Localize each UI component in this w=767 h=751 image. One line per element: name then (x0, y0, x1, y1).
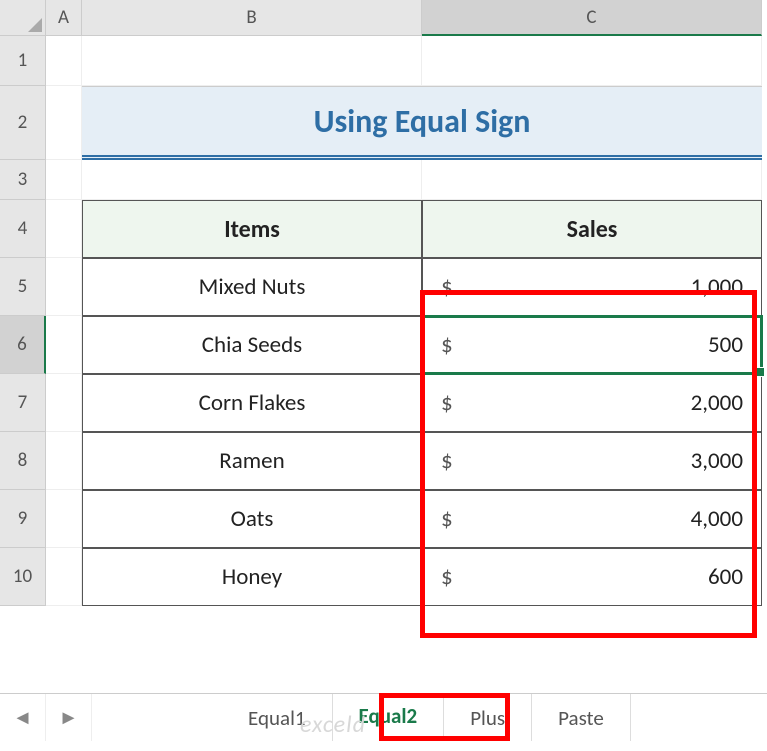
col-header-c[interactable]: C (422, 0, 762, 36)
sales-value: 600 (708, 563, 743, 591)
sales-cell[interactable]: $ 4,000 (422, 490, 762, 548)
tab-next-icon[interactable]: ► (46, 694, 92, 741)
sales-value: 1,000 (691, 273, 743, 301)
sheet-tab-equal2[interactable]: Equal2 (333, 694, 445, 741)
cell-a6[interactable] (46, 316, 82, 374)
item-cell[interactable]: Mixed Nuts (82, 258, 422, 316)
sales-value: 4,000 (691, 505, 743, 533)
sales-cell-selected[interactable]: $ 500 (422, 316, 762, 374)
currency-symbol: $ (441, 273, 453, 301)
row-header-7[interactable]: 7 (0, 374, 46, 432)
item-cell[interactable]: Honey (82, 548, 422, 606)
row-header-10[interactable]: 10 (0, 548, 46, 606)
cell-c3[interactable] (422, 160, 762, 200)
row-header-9[interactable]: 9 (0, 490, 46, 548)
row-header-4[interactable]: 4 (0, 200, 46, 258)
sales-cell[interactable]: $ 2,000 (422, 374, 762, 432)
currency-symbol: $ (441, 447, 453, 475)
sheet-tab-paste[interactable]: Paste (532, 694, 631, 741)
cell-b1[interactable] (82, 36, 422, 86)
item-cell[interactable]: Ramen (82, 432, 422, 490)
col-header-a[interactable]: A (46, 0, 82, 36)
sheet-tabs-bar: ◄ ► Equal1 Equal2 Plus Paste (0, 693, 767, 741)
currency-symbol: $ (441, 331, 453, 359)
row-header-8[interactable]: 8 (0, 432, 46, 490)
row-header-5[interactable]: 5 (0, 258, 46, 316)
sales-cell[interactable]: $ 600 (422, 548, 762, 606)
col-header-b[interactable]: B (82, 0, 422, 36)
sales-cell[interactable]: $ 1,000 (422, 258, 762, 316)
row-header-1[interactable]: 1 (0, 36, 46, 86)
tab-prev-icon[interactable]: ◄ (0, 694, 46, 741)
header-items[interactable]: Items (82, 200, 422, 258)
item-cell[interactable]: Corn Flakes (82, 374, 422, 432)
cell-a4[interactable] (46, 200, 82, 258)
row-header-2[interactable]: 2 (0, 86, 46, 160)
spreadsheet-grid: A B C 1 2 Using Equal Sign 3 4 Items Sal… (0, 0, 767, 606)
sheet-tab-plus[interactable]: Plus (444, 694, 532, 741)
cell-a8[interactable] (46, 432, 82, 490)
sales-value: 3,000 (691, 447, 743, 475)
header-sales[interactable]: Sales (422, 200, 762, 258)
cell-a1[interactable] (46, 36, 82, 86)
sales-value: 2,000 (691, 389, 743, 417)
currency-symbol: $ (441, 563, 453, 591)
select-all-corner[interactable] (0, 0, 46, 36)
title-cell[interactable]: Using Equal Sign (82, 86, 762, 160)
row-header-3[interactable]: 3 (0, 160, 46, 200)
cell-c1[interactable] (422, 36, 762, 86)
item-cell[interactable]: Oats (82, 490, 422, 548)
cell-a10[interactable] (46, 548, 82, 606)
row-header-6[interactable]: 6 (0, 316, 46, 374)
sales-value: 500 (708, 331, 743, 359)
cell-b3[interactable] (82, 160, 422, 200)
item-cell[interactable]: Chia Seeds (82, 316, 422, 374)
cell-a5[interactable] (46, 258, 82, 316)
tab-spacer (92, 694, 222, 741)
currency-symbol: $ (441, 389, 453, 417)
sales-cell[interactable]: $ 3,000 (422, 432, 762, 490)
sheet-tab-equal1[interactable]: Equal1 (222, 694, 333, 741)
currency-symbol: $ (441, 505, 453, 533)
cell-a3[interactable] (46, 160, 82, 200)
cell-a2[interactable] (46, 86, 82, 160)
cell-a9[interactable] (46, 490, 82, 548)
cell-a7[interactable] (46, 374, 82, 432)
